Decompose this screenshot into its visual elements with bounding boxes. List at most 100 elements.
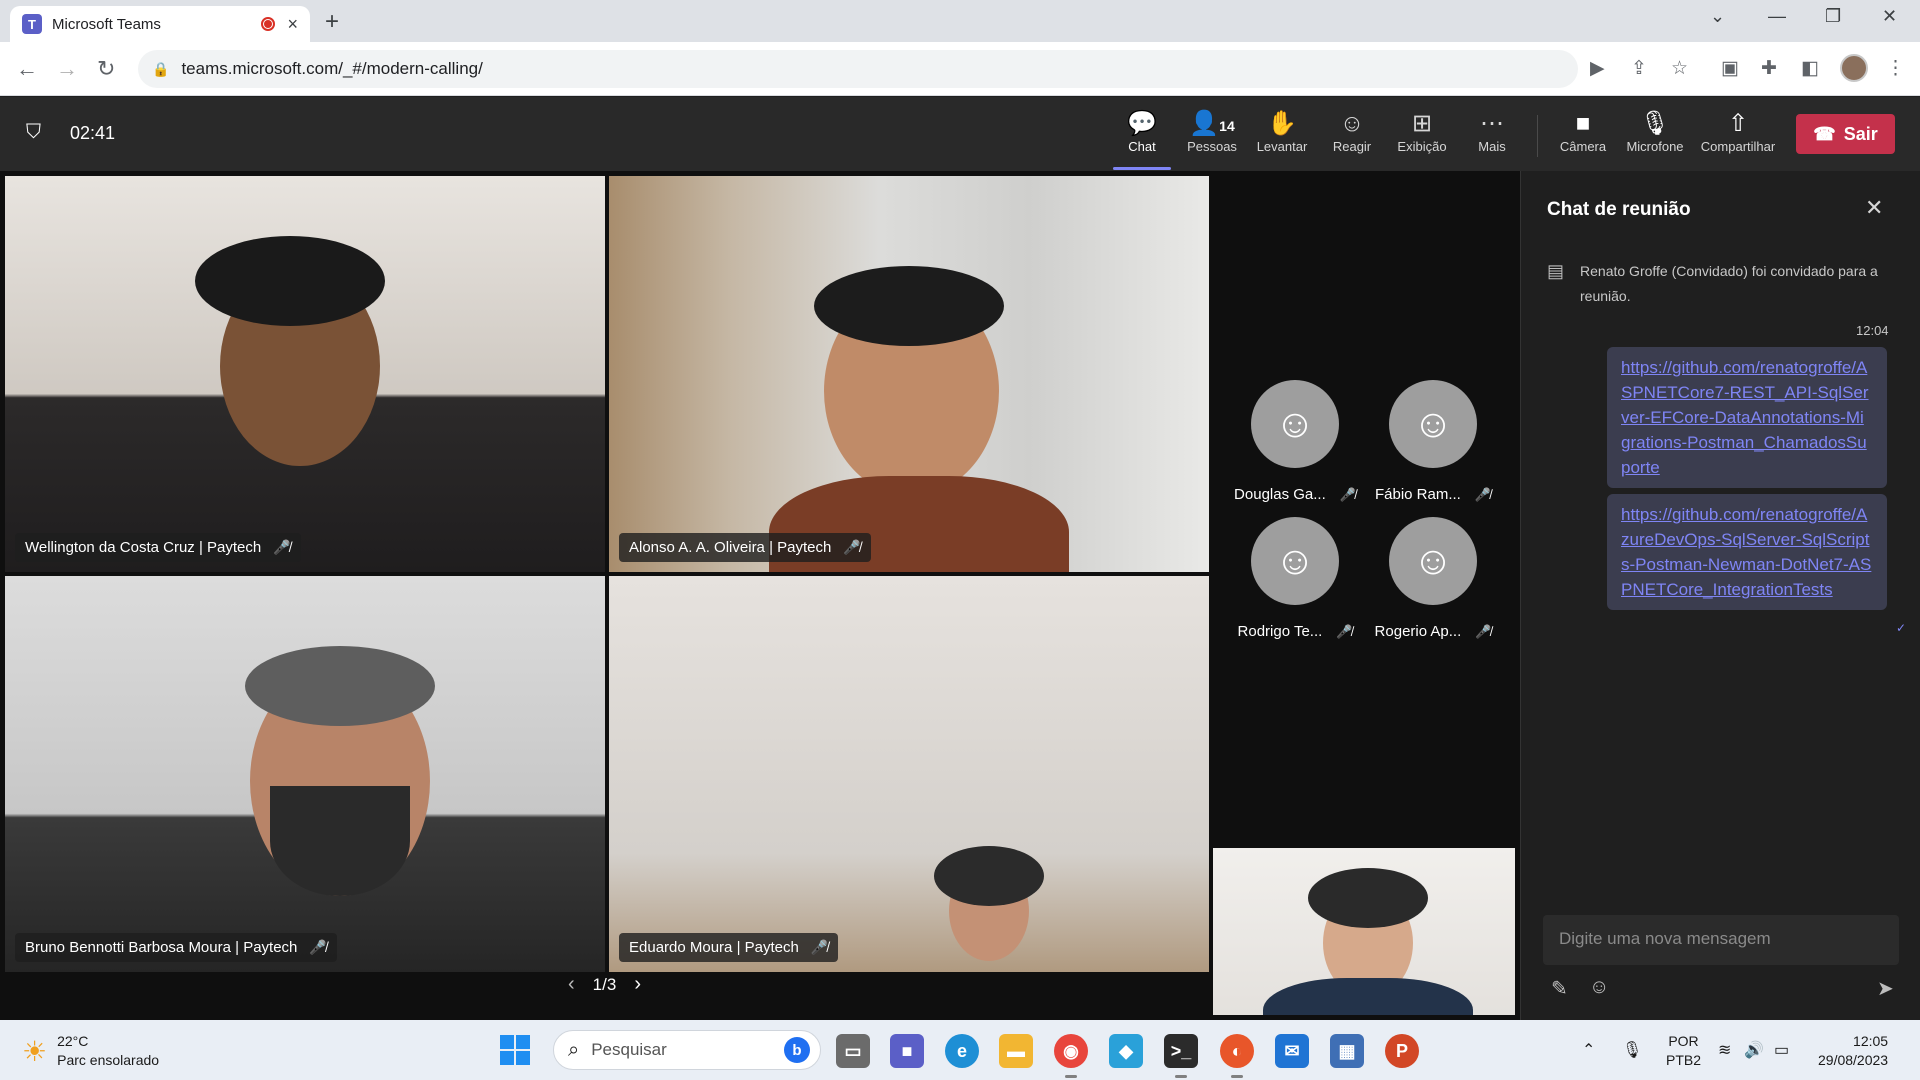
terminal-icon[interactable]: >_	[1164, 1034, 1198, 1078]
video-tile[interactable]: Wellington da Costa Cruz | Paytech 🎤̸	[5, 176, 605, 572]
wifi-icon[interactable]: ≋	[1718, 1040, 1731, 1060]
cast-icon[interactable]: ▣	[1721, 57, 1739, 80]
profile-avatar[interactable]	[1840, 54, 1868, 82]
volume-icon[interactable]: 🔊	[1744, 1040, 1764, 1060]
video-tile[interactable]: Bruno Bennotti Barbosa Moura | Paytech 🎤…	[5, 576, 605, 972]
message-link[interactable]: https://github.com/renatogroffe/ASPNETCo…	[1621, 358, 1869, 477]
share-icon[interactable]: ⇪	[1631, 57, 1647, 80]
app-grid-icon[interactable]: ▦	[1330, 1034, 1364, 1068]
close-chat-icon[interactable]: ✕	[1865, 195, 1883, 221]
participant-headset	[934, 846, 1044, 906]
react-label: Reagir	[1332, 139, 1372, 154]
file-explorer-icon[interactable]: ▬	[999, 1034, 1033, 1068]
close-window-button[interactable]: ✕	[1882, 6, 1897, 27]
more-button[interactable]: ⋯ Mais	[1457, 109, 1527, 154]
avatar-name: Douglas Ga...	[1234, 486, 1326, 503]
mic-off-icon: 🎤̸	[810, 939, 829, 955]
teams-icon: T	[22, 14, 42, 34]
task-view-icon[interactable]: ▭	[836, 1034, 870, 1068]
video-tile[interactable]: Alonso A. A. Oliveira | Paytech 🎤̸	[609, 176, 1209, 572]
bing-icon[interactable]: b	[784, 1037, 810, 1063]
message-link[interactable]: https://github.com/renatogroffe/AzureDev…	[1621, 505, 1871, 599]
tray-mic-icon[interactable]: 🎙	[1622, 1040, 1642, 1060]
tray-chevron-icon[interactable]: ⌃	[1582, 1040, 1595, 1060]
self-view-video[interactable]	[1213, 848, 1515, 1015]
system-message: ▤ Renato Groffe (Convidado) foi convidad…	[1547, 259, 1897, 309]
reload-button[interactable]: ↻	[97, 56, 115, 82]
restore-button[interactable]: ❐	[1825, 6, 1841, 27]
tab-title: Microsoft Teams	[52, 15, 161, 33]
people-icon: 👤14	[1189, 110, 1235, 137]
react-button[interactable]: ☺ Reagir	[1317, 109, 1387, 154]
mic-label: Microfone	[1626, 139, 1684, 154]
start-button[interactable]	[500, 1035, 530, 1065]
side-panel-icon[interactable]: ◧	[1801, 57, 1819, 80]
browser-tab[interactable]: T Microsoft Teams ×	[10, 6, 310, 42]
emoji-icon[interactable]: ☺	[1589, 976, 1609, 999]
people-button[interactable]: 👤14 Pessoas	[1177, 109, 1247, 154]
system-clock[interactable]: 12:05 29/08/2023	[1818, 1032, 1888, 1070]
chrome-icon[interactable]: ◉	[1054, 1034, 1088, 1078]
azure-data-studio-icon[interactable]: ◆	[1109, 1034, 1143, 1068]
self-shirt	[1263, 978, 1473, 1015]
meeting-stage: Wellington da Costa Cruz | Paytech 🎤̸ Al…	[0, 171, 1520, 1020]
camera-permission-icon[interactable]: ▶	[1590, 57, 1605, 80]
next-page-icon[interactable]: ›	[634, 973, 641, 996]
avatar-tile[interactable]: ☺ Rogerio Ap... 🎤̸	[1363, 517, 1503, 640]
taskbar-search[interactable]: ⌕ Pesquisar b	[553, 1030, 821, 1070]
powerpoint-icon[interactable]: P	[1385, 1034, 1419, 1068]
avatar-tile[interactable]: ☺ Fábio Ram... 🎤̸	[1363, 380, 1503, 503]
camera-button[interactable]: ■ Câmera	[1548, 109, 1618, 154]
browser-menu-icon[interactable]: ⋮	[1886, 57, 1905, 80]
language-indicator[interactable]: POR PTB2	[1666, 1032, 1701, 1070]
avatar-name: Fábio Ram...	[1374, 486, 1461, 503]
minimize-button[interactable]: —	[1768, 6, 1786, 27]
weather-widget[interactable]: ☀ 22°C Parc ensolarado	[22, 1032, 159, 1070]
message-compose-field[interactable]: Digite uma nova mensagem	[1543, 915, 1899, 965]
video-tile[interactable]: Eduardo Moura | Paytech 🎤̸	[609, 576, 1209, 972]
back-button[interactable]: ←	[16, 56, 38, 82]
mic-off-icon: 🎤̸	[309, 939, 327, 955]
previous-page-icon[interactable]: ‹	[568, 973, 575, 996]
send-icon[interactable]: ➤	[1877, 976, 1894, 1001]
share-button[interactable]: ⇧ Compartilhar	[1697, 109, 1779, 154]
edge-icon[interactable]: e	[945, 1034, 979, 1068]
firefox-icon[interactable]: ◐	[1220, 1034, 1254, 1078]
view-button[interactable]: ⊞ Exibição	[1387, 109, 1457, 154]
participant-name: Eduardo Moura | Paytech	[629, 939, 799, 956]
windows-taskbar: ☀ 22°C Parc ensolarado ⌕ Pesquisar b ▭ ■…	[0, 1020, 1920, 1080]
search-label: Pesquisar	[591, 1040, 667, 1059]
lang-bottom: PTB2	[1666, 1052, 1702, 1068]
new-tab-button[interactable]: +	[325, 8, 339, 36]
teams-chat-icon[interactable]: ■	[890, 1034, 924, 1068]
mic-off-icon: 🎤̸	[843, 539, 861, 555]
more-label: Mais	[1478, 139, 1506, 154]
tab-search-chevron-icon[interactable]: ⌄	[1710, 6, 1725, 27]
avatar-tile[interactable]: ☺ Douglas Ga... 🎤̸	[1225, 380, 1365, 503]
participant-name: Bruno Bennotti Barbosa Moura | Paytech	[25, 939, 298, 956]
clock-date: 29/08/2023	[1818, 1052, 1889, 1068]
participant-name: Alonso A. A. Oliveira | Paytech	[629, 539, 832, 556]
weather-temp: 22°C	[57, 1033, 89, 1049]
extensions-icon[interactable]: ✚	[1761, 57, 1777, 80]
read-receipt-icon: ✓	[1896, 621, 1907, 635]
raise-hand-button[interactable]: ✋ Levantar	[1247, 109, 1317, 154]
mail-icon[interactable]: ✉	[1275, 1034, 1309, 1068]
forward-button[interactable]: →	[56, 56, 78, 82]
chat-message: https://github.com/renatogroffe/ASPNETCo…	[1607, 347, 1887, 488]
battery-icon[interactable]: ▭	[1774, 1040, 1789, 1060]
video-camera-icon: ■	[1575, 110, 1591, 137]
format-icon[interactable]: ✎	[1551, 976, 1568, 1001]
avatar-tile[interactable]: ☺ Rodrigo Te... 🎤̸	[1225, 517, 1365, 640]
participant-hair	[814, 266, 1004, 346]
participant-name-tag: Alonso A. A. Oliveira | Paytech 🎤̸	[619, 533, 871, 562]
tab-close-button[interactable]: ×	[287, 14, 298, 35]
bookmark-star-icon[interactable]: ☆	[1671, 57, 1688, 80]
meeting-header: ⛉ 02:41 💬 Chat 👤14 Pessoas ✋ Levantar ☺ …	[0, 97, 1920, 171]
avatar-name: Rodrigo Te...	[1237, 623, 1323, 640]
leave-button[interactable]: ☎ Sair	[1796, 114, 1895, 154]
shield-icon[interactable]: ⛉	[26, 121, 41, 144]
url-field[interactable]: 🔒 teams.microsoft.com/_#/modern-calling/	[138, 50, 1578, 88]
microphone-button[interactable]: 🎙 Microfone	[1620, 109, 1690, 154]
chat-button[interactable]: 💬 Chat	[1107, 109, 1177, 170]
